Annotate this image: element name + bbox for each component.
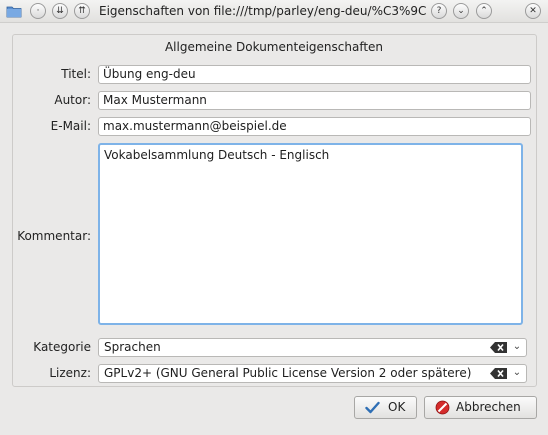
checkmark-icon	[365, 401, 380, 414]
author-label: Autor:	[54, 93, 91, 107]
window-titlebar: · ⇊ ⇈ Eigenschaften von file:///tmp/parl…	[0, 0, 548, 23]
license-value: GPLv2+ (GNU General Public License Versi…	[104, 366, 472, 380]
title-label: Titel:	[61, 67, 91, 81]
category-combobox[interactable]: Sprachen ⌄	[98, 338, 527, 357]
double-chevron-down-icon: ⇊	[56, 6, 64, 16]
chevron-down-icon: ⌄	[457, 6, 465, 16]
window-title: Eigenschaften von file:///tmp/parley/eng…	[99, 4, 427, 18]
maximize-button[interactable]: ⌃	[476, 3, 492, 19]
email-input[interactable]: max.mustermann@beispiel.de	[98, 117, 531, 136]
clear-text-icon[interactable]	[490, 342, 507, 353]
category-label: Kategorie	[33, 340, 91, 354]
email-label: E-Mail:	[50, 119, 91, 133]
folder-icon[interactable]	[6, 3, 22, 19]
license-combobox[interactable]: GPLv2+ (GNU General Public License Versi…	[98, 364, 527, 383]
category-value: Sprachen	[104, 340, 161, 354]
comment-label: Kommentar:	[17, 229, 91, 243]
comment-textarea[interactable]: Vokabelsammlung Deutsch - Englisch	[98, 143, 523, 325]
chevron-up-icon: ⌃	[480, 6, 488, 16]
author-input[interactable]: Max Mustermann	[98, 91, 531, 110]
clear-text-icon[interactable]	[490, 368, 507, 379]
close-button[interactable]: ✕	[525, 3, 541, 19]
cancel-icon	[435, 400, 450, 415]
window-menu-button[interactable]: ·	[30, 3, 46, 19]
title-input[interactable]: Übung eng-deu	[98, 65, 531, 84]
chevron-down-icon[interactable]: ⌄	[511, 340, 523, 354]
close-icon: ✕	[529, 6, 537, 16]
ok-button[interactable]: OK	[354, 396, 417, 419]
keep-above-button[interactable]: ⇈	[74, 3, 90, 19]
help-button[interactable]: ?	[431, 3, 447, 19]
help-icon: ?	[436, 6, 442, 16]
section-title: Allgemeine Dokumenteigenschaften	[164, 40, 384, 54]
dot-icon: ·	[36, 6, 40, 16]
double-chevron-up-icon: ⇈	[78, 6, 86, 16]
license-label: Lizenz:	[49, 366, 91, 380]
keep-below-button[interactable]: ⇊	[52, 3, 68, 19]
cancel-label: Abbrechen	[456, 400, 521, 414]
minimize-button[interactable]: ⌄	[453, 3, 469, 19]
chevron-down-icon[interactable]: ⌄	[511, 366, 523, 380]
cancel-button[interactable]: Abbrechen	[424, 396, 537, 419]
ok-label: OK	[388, 400, 406, 414]
